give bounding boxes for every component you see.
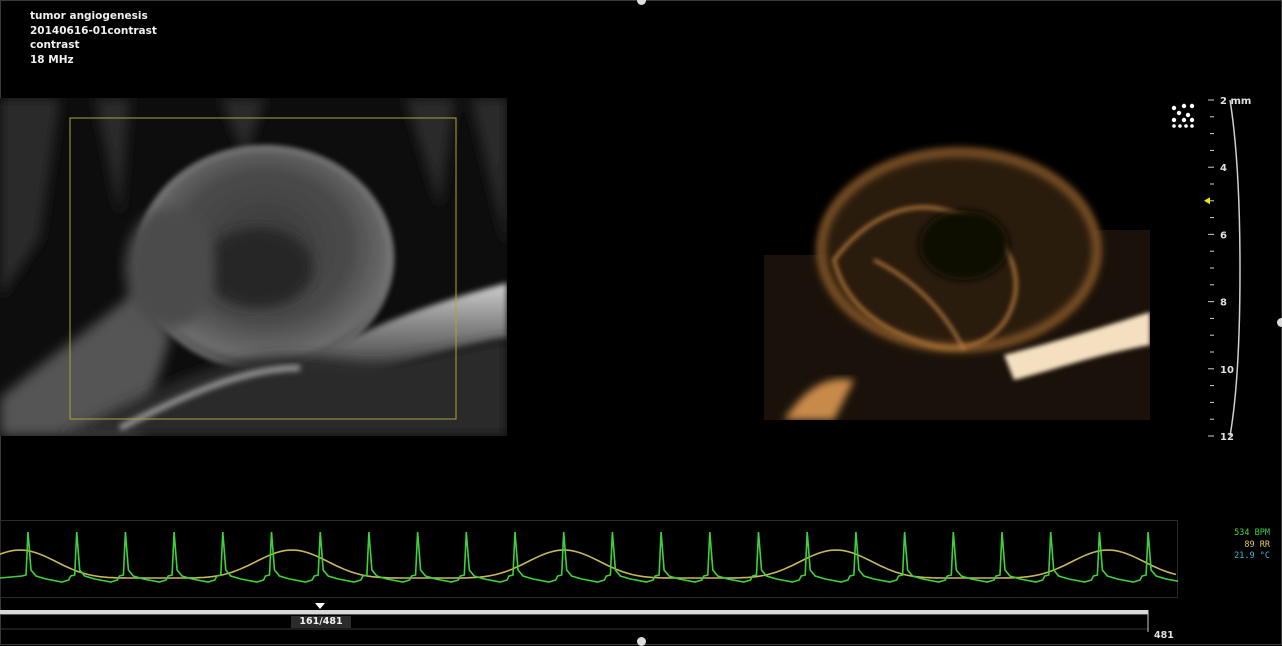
depth-tick-label: 10 [1220,365,1234,376]
vitals-panel: 534 BPM 89 RR 21.9 °C [1234,528,1270,563]
depth-tick-label: 8 [1220,298,1227,309]
depth-tick-label: 6 [1220,230,1227,241]
depth-scale: 2 mm 4 6 8 10 12 [1204,96,1251,443]
depth-bracket [1229,99,1241,437]
timeline-scrubber[interactable] [0,602,1282,645]
study-title: tumor angiogenesis [30,10,148,22]
depth-tick-label: 2 mm [1220,96,1251,107]
resize-handle-right[interactable] [1277,318,1282,327]
temperature: 21.9 °C [1234,551,1270,561]
study-info: tumor angiogenesis 20140616-01contrast c… [30,9,157,67]
contrast-image[interactable] [764,140,1150,420]
frame-counter: 161/481 [291,616,351,628]
heart-rate: 534 BPM [1234,528,1270,538]
imaging-mode: contrast [30,39,80,51]
focus-marker-icon[interactable] [1204,197,1210,205]
respiration-rate: 89 RR [1244,539,1270,550]
transducer-frequency: 18 MHz [30,53,74,66]
playhead-marker[interactable] [315,603,325,609]
logo-icon [1170,102,1198,130]
frame-total: 481 [1154,630,1174,641]
physio-trace [0,520,1178,598]
depth-tick-label: 4 [1220,163,1227,174]
series-id: 20140616-01contrast [30,24,157,37]
depth-tick-label: 12 [1220,432,1234,443]
bmode-image[interactable] [0,98,507,436]
